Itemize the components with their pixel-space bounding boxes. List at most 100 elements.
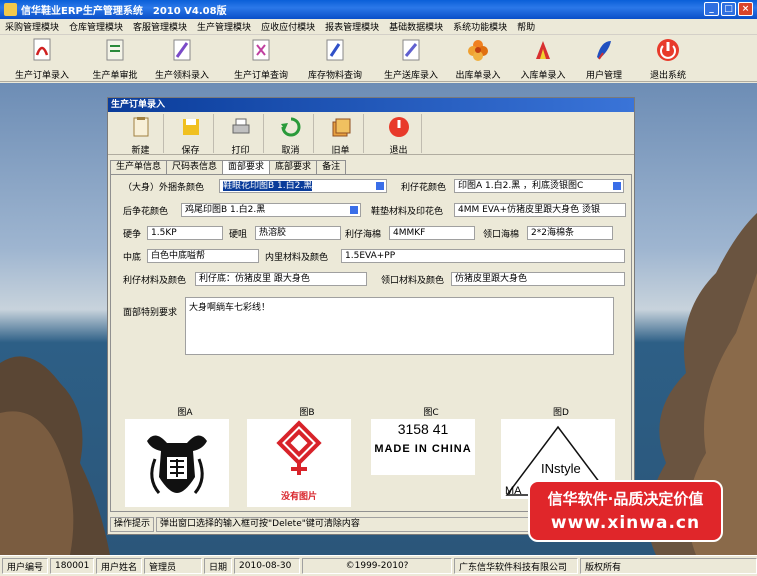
date-label: 日期: [204, 558, 233, 574]
outbound-flower-icon: [468, 40, 488, 61]
yingchang-field[interactable]: 热溶胶: [255, 226, 341, 240]
lizai-foam-label: 利仔海棉: [345, 230, 382, 240]
lizai-foam-value: 4MMKF: [393, 228, 426, 238]
collar-material-value: 仿猪皮里跟大身色: [455, 274, 528, 284]
toolbar-label: 生产送库录入: [383, 71, 438, 81]
company-watermark: 信华软件·品质决定价值 www.xinwa.cn: [528, 480, 723, 542]
new-button[interactable]: 新建: [118, 114, 164, 156]
yingzheng-label: 硬争: [123, 230, 142, 240]
collar-material-field[interactable]: 仿猪皮里跟大身色: [451, 272, 625, 286]
user-id-label: 用户编号: [2, 558, 49, 574]
printer-icon: [232, 118, 249, 134]
pdf-doc-icon: [33, 38, 51, 61]
toolbar-production-approval[interactable]: 生产单审批: [88, 37, 142, 81]
tab-sole-requirements[interactable]: 底部要求: [269, 160, 318, 174]
menu-help[interactable]: 帮助: [512, 20, 540, 33]
special-requirements-textarea[interactable]: 大身啊绱车七彩线！: [185, 297, 614, 355]
menu-purchase[interactable]: 采购管理模块: [0, 20, 64, 33]
zhongdi-field[interactable]: 白色中底嗌帮: [147, 249, 259, 263]
menu-customer-service[interactable]: 客服管理模块: [128, 20, 192, 33]
save-disk-icon: [182, 119, 199, 135]
menu-receivable-payable[interactable]: 应收应付模块: [256, 20, 320, 33]
tab-remarks[interactable]: 备注: [316, 160, 347, 174]
dropdown-button[interactable]: [349, 205, 359, 215]
special-requirements-value: 大身啊绱车七彩线！: [189, 303, 271, 313]
toolbar-exit-system[interactable]: 退出系统: [644, 37, 692, 81]
save-label: 保存: [181, 146, 200, 156]
toolbar-label: 入库单录入: [520, 71, 566, 81]
image-c-line1: 3158 41: [397, 421, 449, 437]
tab-upper-requirements[interactable]: 面部要求: [222, 160, 271, 175]
query-doc-icon: [252, 39, 270, 61]
wallpaper-rocks-left: [0, 356, 110, 555]
user-id-value: 180001: [50, 558, 95, 574]
image-c[interactable]: 3158 41 MADE IN CHINA: [371, 419, 475, 475]
old-order-button[interactable]: 旧单: [318, 114, 364, 156]
lizai-material-field[interactable]: 利仔底：仿猪皮里 跟大身色: [195, 272, 367, 286]
toolbar-material-pick-entry[interactable]: 生产领料录入: [152, 37, 212, 81]
inner-material-label: 内里材料及颜色: [265, 253, 329, 263]
image-a[interactable]: [125, 419, 229, 507]
collar-material-label: 领口材料及颜色: [381, 276, 445, 286]
hint-label: 操作提示: [110, 516, 155, 532]
waibang-value: 鞋眼花印图B 1.白2.黑: [223, 181, 313, 191]
new-label: 新建: [131, 146, 150, 156]
maximize-button[interactable]: □: [721, 2, 736, 16]
print-button[interactable]: 打印: [218, 114, 264, 156]
waibang-field[interactable]: 鞋眼花印图B 1.白2.黑: [219, 179, 387, 193]
close-button[interactable]: ×: [738, 2, 753, 16]
menu-warehouse[interactable]: 仓库管理模块: [64, 20, 128, 33]
dropdown-button[interactable]: [612, 181, 622, 191]
app-icon: [4, 3, 17, 16]
tab-size-chart[interactable]: 尺码表信息: [166, 160, 224, 174]
toolbar-label: 生产单审批: [92, 71, 138, 81]
watermark-url: www.xinwa.cn: [550, 513, 701, 533]
zhongdi-value: 白色中底嗌帮: [151, 251, 206, 261]
xiedian-field[interactable]: 4MM EVA+仿猪皮里跟大身色 烫银: [454, 203, 626, 217]
exit-button[interactable]: 退出: [376, 114, 422, 156]
image-c-line2: MADE IN CHINA: [374, 443, 472, 455]
menu-bar: 采购管理模块 仓库管理模块 客服管理模块 生产管理模块 应收应付模块 报表管理模…: [0, 19, 757, 35]
no-image-caption: 没有图片: [280, 492, 317, 502]
lizai-color-label: 利仔花颜色: [401, 183, 447, 193]
houbang-field[interactable]: 鸡尾印图B 1.白2.黑: [181, 203, 361, 217]
image-b[interactable]: 没有图片: [247, 419, 351, 507]
lizai-color-value: 印图A 1.白2.黑 ，利底烫银图C: [458, 181, 584, 191]
production-order-dialog: 生产订单录入 新建 保存 打印 取消 旧单 退出 生产单信息 尺码表信息 面部要: [107, 97, 635, 535]
collar-foam-value: 2*2海棉条: [531, 228, 574, 238]
dropdown-button[interactable]: [375, 181, 385, 191]
menu-production[interactable]: 生产管理模块: [192, 20, 256, 33]
stock-query-icon: [326, 39, 344, 61]
image-a-label: 图A: [177, 408, 193, 418]
title-bar: 信华鞋业ERP生产管理系统 2010 V4.08版 _ □ ×: [0, 0, 757, 19]
tab-production-info[interactable]: 生产单信息: [110, 160, 168, 174]
old-order-label: 旧单: [331, 146, 350, 156]
cancel-button[interactable]: 取消: [268, 114, 314, 156]
menu-system[interactable]: 系统功能模块: [448, 20, 512, 33]
upper-requirements-panel: （大身）外捆条颜色 鞋眼花印图B 1.白2.黑 利仔花颜色 印图A 1.白2.黑…: [110, 174, 632, 512]
minimize-button[interactable]: _: [704, 2, 719, 16]
toolbar-user-management[interactable]: 用户管理: [582, 37, 626, 81]
menu-reports[interactable]: 报表管理模块: [320, 20, 384, 33]
toolbar-stock-material-query[interactable]: 库存物料查询: [304, 37, 366, 81]
inner-material-field[interactable]: 1.5EVA+PP: [341, 249, 625, 263]
lizai-foam-field[interactable]: 4MMKF: [389, 226, 475, 240]
menu-base-data[interactable]: 基础数据模块: [384, 20, 448, 33]
toolbar-production-delivery-entry[interactable]: 生产送库录入: [381, 37, 441, 81]
user-name-value: 管理员: [144, 558, 203, 574]
toolbar-inbound-entry[interactable]: 入库单录入: [516, 37, 570, 81]
toolbar-production-order-query[interactable]: 生产订单查询: [228, 37, 294, 81]
toolbar-outbound-entry[interactable]: 出库单录入: [452, 37, 504, 81]
toolbar-label: 库存物料查询: [307, 71, 362, 81]
window-title: 信华鞋业ERP生产管理系统 2010 V4.08版: [21, 6, 227, 17]
inbound-doc-icon: [536, 41, 550, 59]
toolbar-production-order-entry[interactable]: 生产订单录入: [12, 37, 72, 81]
collar-foam-field[interactable]: 2*2海棉条: [527, 226, 613, 240]
toolbar-label: 用户管理: [585, 71, 622, 81]
yingzheng-field[interactable]: 1.5KP: [147, 226, 223, 240]
save-button[interactable]: 保存: [168, 114, 214, 156]
approve-doc-icon: [106, 39, 124, 61]
lizai-color-field[interactable]: 印图A 1.白2.黑 ，利底烫银图C: [454, 179, 624, 193]
lizai-material-label: 利仔材料及颜色: [123, 276, 187, 286]
houbang-value: 鸡尾印图B 1.白2.黑: [185, 205, 266, 215]
